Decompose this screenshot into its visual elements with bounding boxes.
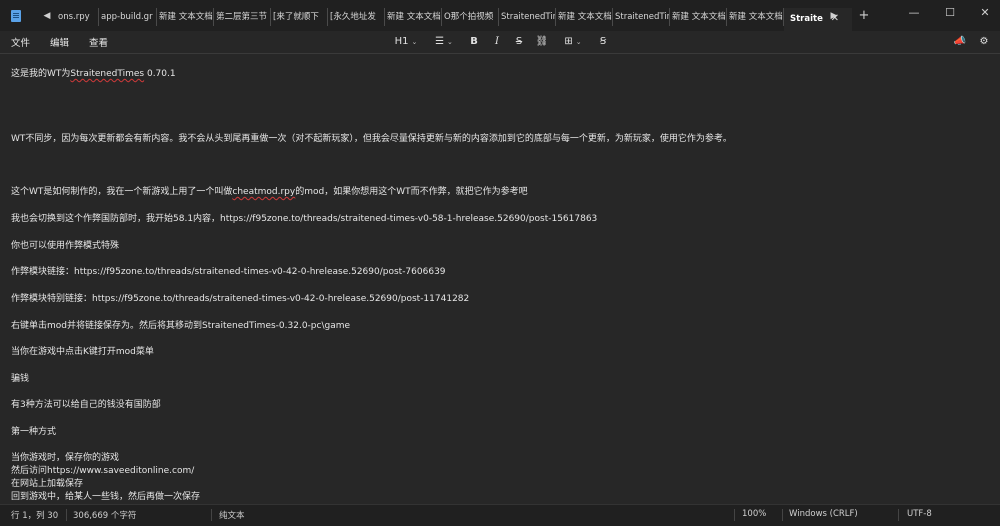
tab-item[interactable]: 新建 文本文档	[385, 8, 442, 26]
status-bar: 行 1，列 30 306,669 个字符 纯文本 100% Windows (C…	[0, 504, 1000, 526]
tab-item[interactable]: 第二层第三节	[214, 8, 271, 26]
tab-item[interactable]: [来了就顺下	[271, 8, 328, 26]
chevron-down-icon: ⌄	[575, 38, 582, 46]
status-divider	[898, 509, 899, 521]
tab-item[interactable]: 新建 文本文档	[157, 8, 214, 26]
italic-button[interactable]: I	[491, 34, 503, 50]
scroll-tabs-left-icon[interactable]: ◀	[40, 8, 54, 24]
editor-text-area[interactable]: 这是我的WT为StraitenedTimes 0.70.1 WT不同步，因为每次…	[0, 54, 1000, 504]
text-line: 这个WT是如何制作的，我在一个新游戏上用了一个叫做cheatmod.rpy的mo…	[11, 184, 528, 197]
text-span: 这个WT是如何制作的，我在一个新游戏上用了一个叫做	[11, 187, 233, 197]
tab-item[interactable]: StraitenedTin	[613, 8, 670, 26]
status-divider	[734, 509, 735, 521]
menu-edit[interactable]: 编辑	[50, 35, 69, 49]
text-span: 的mod，如果你想用这个WT而不作弊，就把它作为参考吧	[295, 187, 528, 197]
minimize-icon[interactable]: —	[906, 6, 922, 20]
encoding[interactable]: UTF-8	[907, 509, 932, 519]
strikethrough-button[interactable]: S	[513, 34, 525, 50]
scroll-tabs-right-icon[interactable]: ▶	[827, 8, 841, 24]
tab-active[interactable]: Straite ✕	[784, 8, 852, 31]
copilot-button[interactable]: 📣	[953, 34, 967, 50]
text-line: 作弊模块链接：https://f95zone.to/threads/strait…	[11, 267, 446, 277]
misspelled-word: StraitenedTimes	[70, 69, 145, 79]
megaphone-icon: 📣	[953, 36, 967, 47]
status-divider	[211, 509, 212, 521]
format-mode[interactable]: 纯文本	[219, 509, 245, 521]
clear-formatting-icon: Ꞩ	[599, 36, 607, 47]
text-line: 第一种方式	[11, 427, 57, 437]
heading-label: H1	[394, 36, 409, 47]
text-line: 当你在游戏中点击K键打开mod菜单	[11, 347, 154, 357]
tab-item[interactable]: [永久地址发	[328, 8, 385, 26]
link-icon: ⛓	[535, 36, 549, 47]
table-dropdown[interactable]: ⊞ ⌄	[560, 34, 586, 50]
tab-item[interactable]: StraitenedTin	[499, 8, 556, 26]
text-span: 这是我的WT为	[11, 69, 71, 79]
tab-strip: ons.rpy app-build.gr 新建 文本文档 第二层第三节 [来了就…	[56, 8, 852, 31]
chevron-down-icon: ⌄	[447, 38, 453, 46]
new-tab-plus-icon[interactable]: +	[857, 8, 871, 24]
text-line: 骗钱	[11, 374, 30, 384]
tab-item[interactable]: 新建 文本文档	[556, 8, 613, 26]
list-dropdown[interactable]: ☰ ⌄	[430, 34, 458, 50]
character-count: 306,669 个字符	[73, 511, 137, 521]
clear-formatting-button[interactable]: Ꞩ	[596, 34, 610, 50]
zoom-level[interactable]: 100%	[742, 509, 766, 519]
text-line: 有3种方法可以给自己的钱没有国防部	[11, 400, 161, 410]
bullet-list-icon: ☰	[435, 36, 445, 47]
status-divider	[66, 509, 67, 521]
text-line: 回到游戏中，给某人一些钱，然后再做一次保存	[11, 492, 201, 502]
text-line: 作弊模块特别链接：https://f95zone.to/threads/stra…	[11, 294, 470, 304]
tab-active-label: Straite	[790, 14, 823, 24]
link-button[interactable]: ⛓	[535, 34, 549, 50]
cursor-position[interactable]: 行 1，列 30	[11, 509, 58, 521]
menu-file[interactable]: 文件	[11, 35, 30, 49]
gear-icon: ⚙	[979, 36, 989, 47]
menu-view[interactable]: 查看	[89, 35, 108, 49]
text-line: 然后访问https://www.saveeditonline.com/	[11, 466, 195, 476]
tab-item[interactable]: app-build.gr	[99, 8, 157, 26]
title-bar: ◀ ons.rpy app-build.gr 新建 文本文档 第二层第三节 [来…	[0, 0, 1000, 31]
text-line: 当你游戏时，保存你的游戏	[11, 453, 120, 463]
text-span: 0.70.1	[144, 69, 176, 79]
maximize-icon[interactable]: ☐	[942, 6, 958, 20]
tab-item[interactable]: 新建 文本文档	[670, 8, 727, 26]
table-icon: ⊞	[564, 36, 573, 47]
text-line: 我也会切换到这个作弊国防部时，我开始58.1内容，https://f95zone…	[11, 214, 598, 224]
menu-bar: 文件 编辑 查看 H1 ⌄ ☰ ⌄ B I S ⛓ ⊞ ⌄ Ꞩ 📣 ⚙	[0, 31, 1000, 54]
text-line: 在网站上加载保存	[11, 479, 84, 489]
chevron-down-icon: ⌄	[411, 38, 418, 46]
heading-dropdown[interactable]: H1 ⌄	[393, 34, 419, 50]
tab-item[interactable]: 新建 文本文档	[727, 8, 784, 26]
status-divider	[782, 509, 783, 521]
settings-button[interactable]: ⚙	[977, 34, 991, 50]
line-ending[interactable]: Windows (CRLF)	[789, 509, 858, 519]
text-line: 右键单击mod并将链接保存为。然后将其移动到StraitenedTimes-0.…	[11, 321, 351, 331]
close-window-icon[interactable]: ✕	[977, 6, 993, 20]
text-line: 你也可以使用作弊模式特殊	[11, 241, 120, 251]
notepad-app-icon	[11, 10, 21, 22]
text-line: 这是我的WT为StraitenedTimes 0.70.1	[11, 66, 176, 79]
bold-button[interactable]: B	[468, 34, 480, 50]
text-line: WT不同步，因为每次更新都会有新内容。我不会从头到尾再重做一次（对不起新玩家），…	[11, 134, 732, 144]
misspelled-word: cheatmod.rpy	[232, 187, 296, 197]
tab-item[interactable]: ons.rpy	[56, 8, 99, 26]
tab-item[interactable]: O那个拍视频	[442, 8, 499, 26]
